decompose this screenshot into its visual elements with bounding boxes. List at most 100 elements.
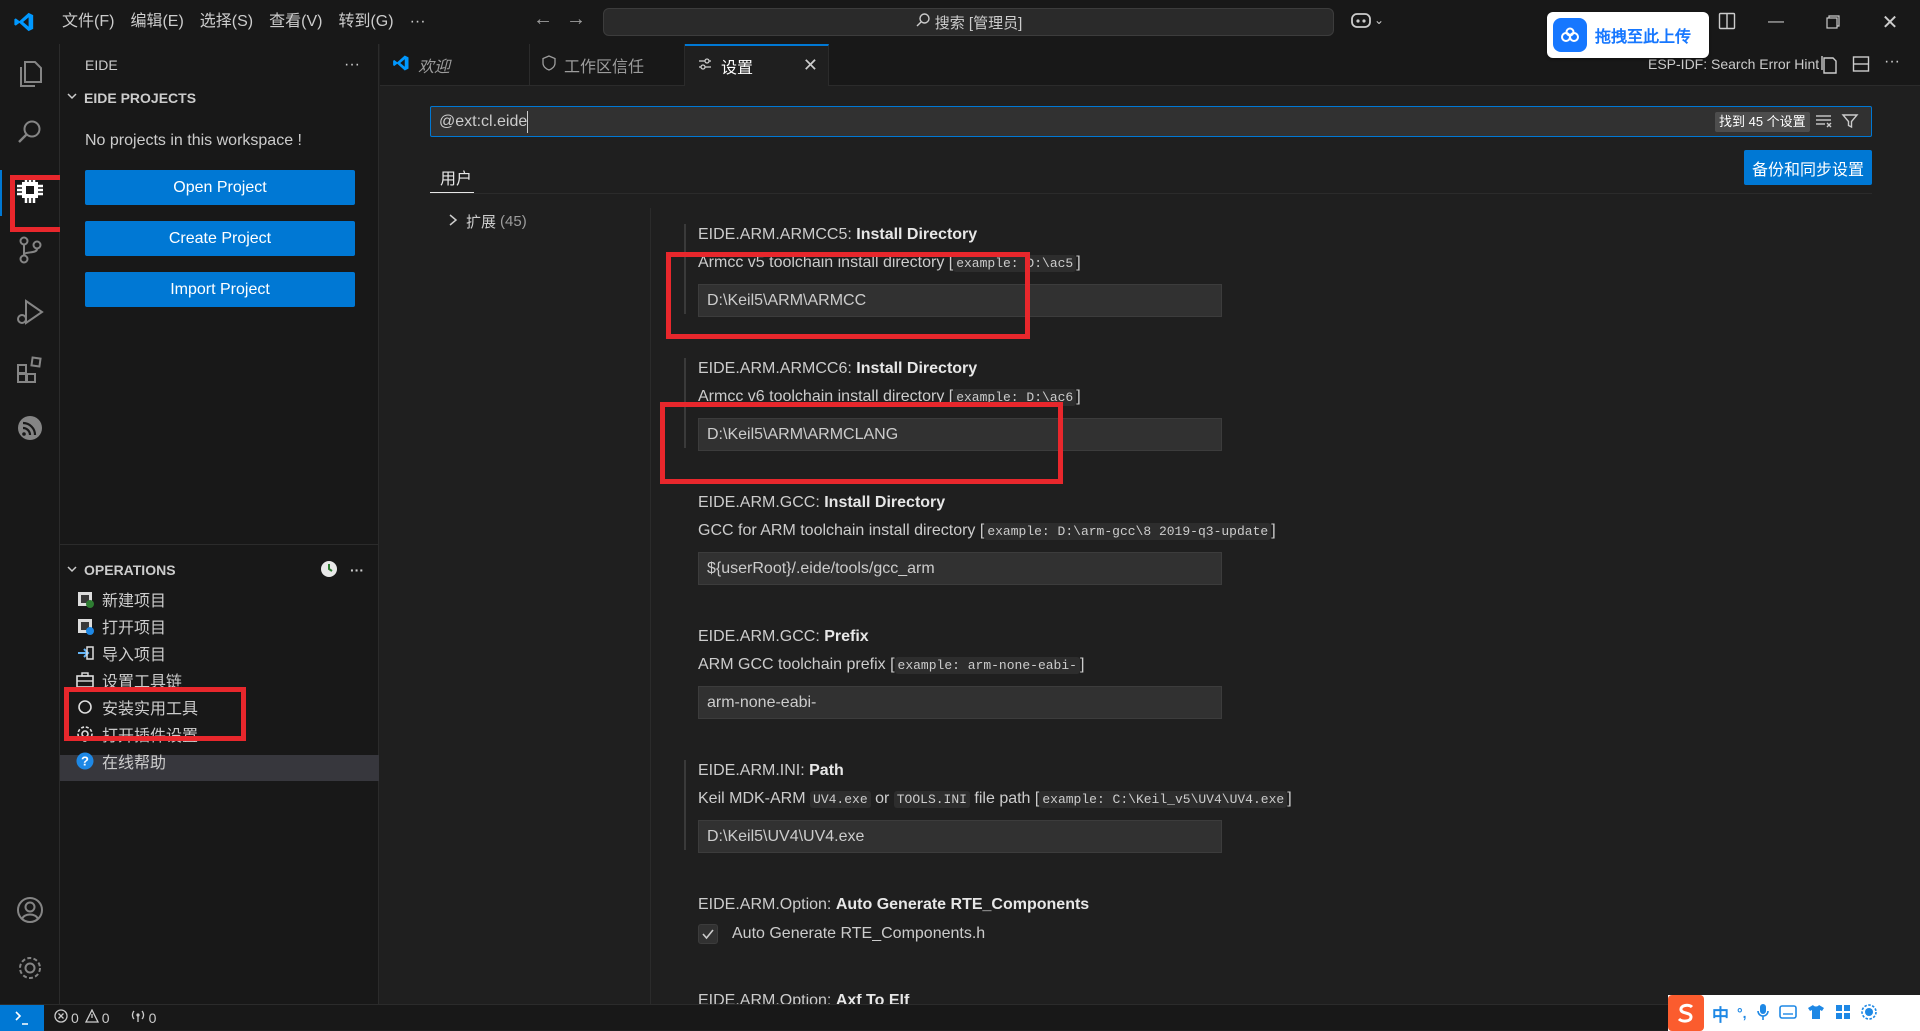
armcc5-dir-input[interactable]: D:\Keil5\ARM\ARMCC [698, 284, 1222, 317]
ime-skin-icon [1807, 1004, 1825, 1023]
open-project-button[interactable]: Open Project [85, 170, 355, 205]
operations-more-icon[interactable]: ··· [350, 558, 364, 582]
scope-tab-user[interactable]: 用户 [430, 155, 474, 193]
menu-edit[interactable]: 编辑(E) [122, 0, 191, 44]
account-icon[interactable] [10, 890, 50, 930]
explorer-icon[interactable] [10, 54, 50, 94]
gcc-dir-input[interactable]: ${userRoot}/.eide/tools/gcc_arm [698, 552, 1222, 585]
sogou-logo-icon [1668, 995, 1704, 1031]
modified-indicator [684, 224, 686, 314]
setting-armcc5-install-dir: EIDE.ARM.ARMCC5: Install Directory Armcc… [698, 224, 1798, 317]
rte-checkbox-label: Auto Generate RTE_Components.h [732, 925, 986, 942]
ime-toolbar[interactable]: 中 °, [1668, 995, 1920, 1031]
setting-description: ARM GCC toolchain prefix [example: arm-n… [698, 656, 1085, 674]
import-project-button[interactable]: Import Project [85, 272, 355, 307]
gcc-prefix-input[interactable]: arm-none-eabi- [698, 686, 1222, 719]
op-open-project[interactable]: 打开项目 [74, 613, 364, 639]
minimize-button[interactable]: — [1748, 0, 1804, 44]
op-install-utility-label: 安装实用工具 [102, 701, 199, 718]
op-install-utility[interactable]: 安装实用工具 [74, 694, 364, 720]
rte-checkbox-row[interactable]: Auto Generate RTE_Components.h [698, 922, 1798, 946]
more-actions-icon[interactable]: ··· [344, 44, 360, 86]
armcc6-dir-input[interactable]: D:\Keil5\ARM\ARMCLANG [698, 418, 1222, 451]
op-open-plugin-settings[interactable]: 打开插件设置 [74, 721, 364, 747]
setting-description: Armcc v5 toolchain install directory [ex… [698, 254, 1081, 272]
forward-arrow-icon[interactable]: → [566, 8, 586, 31]
tab-welcome[interactable]: 欢迎 [380, 44, 530, 86]
source-control-icon[interactable] [10, 230, 50, 270]
menu-more[interactable]: ··· [402, 0, 434, 44]
problems-indicator[interactable]: 0 0 [54, 1008, 110, 1026]
settings-found-count: 找到 45 个设置 [1715, 112, 1810, 132]
op-import-project[interactable]: 导入项目 [74, 640, 364, 666]
scope-tab-user-label: 用户 [440, 171, 473, 188]
close-window-button[interactable]: ✕ [1862, 0, 1918, 44]
setting-title: EIDE.ARM.INI: Path [698, 762, 844, 779]
copilot-icon[interactable]: ⌄ [1350, 10, 1384, 30]
vscode-tab-icon [392, 54, 410, 77]
svg-text:?: ? [81, 754, 89, 769]
eide-chip-icon[interactable] [10, 170, 50, 210]
projects-section-header[interactable]: EIDE PROJECTS [60, 86, 378, 110]
settings-search-input[interactable]: @ext:cl.eide 找到 45 个设置 [430, 106, 1872, 137]
command-center-search[interactable]: 搜索 [管理员] [603, 8, 1334, 36]
ini-path-input[interactable]: D:\Keil5\UV4\UV4.exe [698, 820, 1222, 853]
esp-idf-hint[interactable]: ESP-IDF: Search Error Hint [1648, 56, 1819, 72]
close-tab-icon[interactable]: ✕ [803, 55, 818, 76]
setting-title: EIDE.ARM.ARMCC5: Install Directory [698, 226, 978, 243]
activity-bar [0, 44, 60, 1004]
setting-title: EIDE.ARM.GCC: Prefix [698, 628, 869, 645]
esp-idf-icon[interactable] [10, 408, 50, 448]
menu-file[interactable]: 文件(F) [54, 0, 122, 44]
menu-go[interactable]: 转到(G) [330, 0, 401, 44]
title-bar: 文件(F) 编辑(E) 选择(S) 查看(V) 转到(G) ··· ← → 搜索… [0, 0, 1920, 58]
editor-area: 欢迎 工作区信任 设置 ✕ ESP-IDF: Search Error Hint… [380, 44, 1920, 1004]
tab-welcome-label: 欢迎 [418, 59, 451, 76]
filter-icon[interactable] [1841, 112, 1859, 135]
history-icon[interactable] [319, 559, 339, 586]
restore-button[interactable] [1805, 0, 1861, 44]
op-open-project-label: 打开项目 [102, 620, 167, 637]
ports-indicator[interactable]: 0 [130, 1009, 156, 1026]
open-settings-json-icon[interactable] [1820, 55, 1838, 80]
op-new-project-label: 新建项目 [102, 593, 167, 610]
op-online-help[interactable]: ? 在线帮助 [74, 748, 364, 774]
ime-mic-icon [1756, 1003, 1769, 1024]
search-icon [915, 12, 931, 32]
toggle-panel-icon[interactable] [1718, 12, 1736, 35]
tab-settings[interactable]: 设置 ✕ [685, 44, 829, 86]
extensions-icon[interactable] [10, 350, 50, 390]
manage-gear-icon[interactable] [10, 948, 50, 988]
create-project-button[interactable]: Create Project [85, 221, 355, 256]
scope-divider [430, 193, 1872, 194]
split-editor-icon[interactable] [1852, 55, 1870, 78]
settings-gear-icon [74, 723, 96, 745]
setting-description: Armcc v6 toolchain install directory [ex… [698, 388, 1081, 406]
menu-selection[interactable]: 选择(S) [192, 0, 261, 44]
back-arrow-icon[interactable]: ← [533, 8, 553, 31]
chevron-down-icon [66, 86, 78, 110]
op-setup-toolchain[interactable]: 设置工具链 [74, 667, 364, 693]
chevron-right-icon [448, 213, 458, 231]
checkbox-checked-icon[interactable] [698, 924, 718, 944]
install-utility-icon [74, 696, 96, 718]
more-editor-actions-icon[interactable]: ··· [1884, 53, 1900, 71]
upload-badge[interactable]: 拖拽至此上传 [1547, 12, 1709, 58]
modified-indicator [684, 760, 686, 850]
settings-search-value: @ext:cl.eide [439, 113, 528, 130]
op-online-help-label: 在线帮助 [102, 755, 167, 772]
empty-workspace-message: No projects in this workspace ! [85, 132, 302, 149]
clear-filter-icon[interactable] [1815, 113, 1833, 134]
search-label: 搜索 [管理员] [934, 14, 1023, 32]
run-debug-icon[interactable] [10, 292, 50, 332]
search-sidebar-icon[interactable] [10, 112, 50, 152]
remote-indicator[interactable] [0, 1004, 44, 1031]
tree-item-extensions[interactable]: 扩展 (45) [448, 211, 527, 232]
tab-workspace-trust[interactable]: 工作区信任 [530, 44, 685, 86]
backup-sync-button[interactable]: 备份和同步设置 [1744, 150, 1872, 185]
op-new-project[interactable]: 新建项目 [74, 586, 364, 612]
operations-section-header[interactable]: OPERATIONS ··· [60, 558, 379, 582]
menu-view[interactable]: 查看(V) [261, 0, 330, 44]
ime-keyboard-icon [1778, 1004, 1797, 1022]
shield-icon [542, 54, 556, 76]
